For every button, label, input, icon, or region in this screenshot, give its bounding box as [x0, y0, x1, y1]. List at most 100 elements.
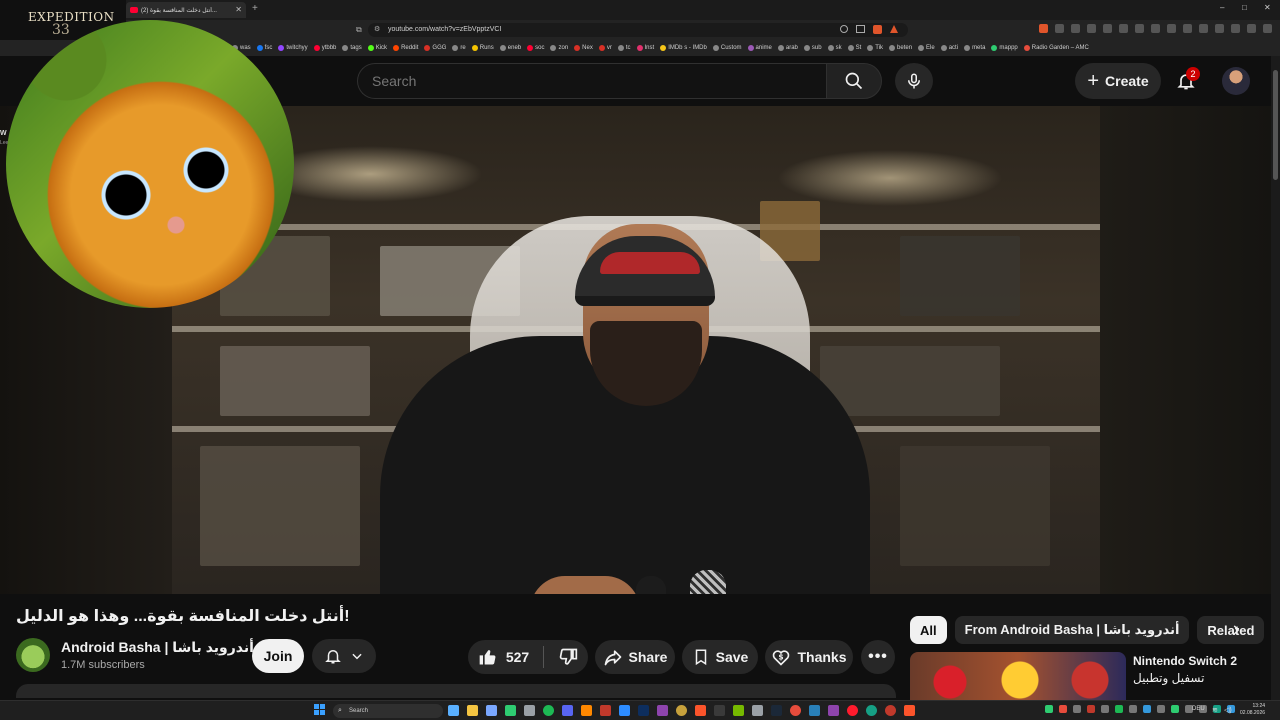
app-icon[interactable] — [486, 705, 497, 716]
tray-icon[interactable] — [1115, 705, 1123, 713]
app-icon[interactable] — [828, 705, 839, 716]
chips-next-button[interactable] — [1226, 620, 1246, 640]
app-icon[interactable] — [619, 705, 630, 716]
tray-icon[interactable] — [1045, 705, 1053, 713]
keyboard-language[interactable]: DEU — [1192, 706, 1205, 712]
new-tab-button[interactable]: + — [252, 3, 258, 14]
thanks-button[interactable]: $ Thanks — [765, 640, 853, 674]
brave-icon[interactable] — [904, 705, 915, 716]
channel-name[interactable]: Android Basha | أندرويد باشا✓ — [61, 639, 268, 656]
account-avatar[interactable] — [1222, 67, 1250, 95]
brave-shield-icon[interactable] — [873, 25, 882, 34]
like-button[interactable]: 527 — [478, 647, 529, 667]
extension-icon[interactable] — [1151, 24, 1160, 33]
search-button[interactable] — [826, 63, 882, 99]
app-icon[interactable] — [714, 705, 725, 716]
app-icon[interactable] — [885, 705, 896, 716]
extension-icon[interactable] — [1199, 24, 1208, 33]
folder-icon[interactable] — [467, 705, 478, 716]
volume-icon[interactable]: ◁) — [1224, 706, 1232, 714]
app-icon[interactable] — [676, 705, 687, 716]
extension-icon[interactable] — [1055, 24, 1064, 33]
scrollbar-thumb[interactable] — [1273, 70, 1278, 180]
discord-icon[interactable] — [562, 705, 573, 716]
bookmark-item[interactable]: eneb — [499, 45, 521, 51]
bookmark-item[interactable]: twitchyy — [278, 45, 308, 51]
system-clock[interactable]: 13:24 02.08.2026 — [1240, 703, 1265, 717]
app-icon[interactable] — [600, 705, 611, 716]
taskbar-search[interactable]: ⌕ Search — [333, 704, 443, 718]
create-button[interactable]: + Create — [1075, 63, 1161, 99]
extension-icon[interactable] — [1231, 24, 1240, 33]
app-icon[interactable] — [448, 705, 459, 716]
bookmark-item[interactable]: arab — [777, 45, 798, 51]
dislike-button[interactable] — [558, 647, 578, 667]
share-button[interactable]: Share — [595, 640, 675, 674]
bookmark-item[interactable]: Runs — [471, 45, 494, 51]
picture-in-picture-cat-overlay[interactable] — [6, 20, 294, 308]
bookmark-item[interactable]: mappp — [991, 45, 1018, 51]
bookmark-item[interactable]: beten — [889, 45, 912, 51]
bookmark-item[interactable]: soc — [527, 45, 544, 51]
extension-icon[interactable] — [1247, 24, 1256, 33]
bookmark-item[interactable]: GGG — [424, 45, 446, 51]
app-icon[interactable] — [524, 705, 535, 716]
bookmark-item[interactable]: fsc — [256, 45, 272, 51]
bookmark-item[interactable]: acti — [940, 45, 958, 51]
zoom-icon[interactable] — [840, 25, 848, 33]
close-tab-icon[interactable]: ✕ — [235, 5, 242, 14]
bookmark-item[interactable]: re — [452, 45, 466, 51]
extension-icon[interactable] — [1167, 24, 1176, 33]
bookmark-item[interactable]: ytbbb — [313, 45, 336, 51]
extension-icon[interactable] — [1119, 24, 1128, 33]
bookmark-item[interactable]: Tik — [867, 45, 883, 51]
bookmark-icon[interactable]: ⧉ — [356, 25, 362, 35]
browser-tab-active[interactable]: (2) أنتل دخلت المنافسة بقوة... ✕ — [126, 2, 246, 18]
steam-icon[interactable] — [771, 705, 782, 716]
photoshop-icon[interactable] — [638, 705, 649, 716]
bookmark-item[interactable]: Radio Garden – AMC — [1023, 45, 1089, 51]
app-icon[interactable] — [733, 705, 744, 716]
bookmark-item[interactable]: meta — [964, 45, 985, 51]
notifications-button[interactable]: 2 — [1170, 64, 1202, 98]
app-icon[interactable] — [790, 705, 801, 716]
recommended-video-title[interactable]: Nintendo Switch 2 — [1133, 654, 1237, 668]
bookmark-item[interactable]: Custom — [712, 45, 742, 51]
minimize-window-icon[interactable]: – — [1220, 3, 1224, 12]
tray-icon[interactable] — [1157, 705, 1165, 713]
search-input[interactable] — [372, 64, 812, 98]
extension-icon[interactable] — [1071, 24, 1080, 33]
extension-icon[interactable] — [1087, 24, 1096, 33]
bookmark-item[interactable]: Nex — [574, 45, 593, 51]
spotify-icon[interactable] — [543, 705, 554, 716]
bookmark-item[interactable]: Inst — [636, 45, 654, 51]
bookmark-item[interactable]: Kick — [367, 45, 387, 51]
app-icon[interactable] — [752, 705, 763, 716]
rewards-icon[interactable] — [890, 25, 898, 33]
brave-icon[interactable] — [695, 705, 706, 716]
bookmark-item[interactable]: anime — [747, 45, 772, 51]
voice-search-button[interactable] — [895, 63, 933, 99]
vlc-icon[interactable] — [581, 705, 592, 716]
bookmark-item[interactable]: St — [847, 45, 861, 51]
app-icon[interactable] — [505, 705, 516, 716]
tray-icon[interactable] — [1143, 705, 1151, 713]
extension-icon[interactable] — [1215, 24, 1224, 33]
description-box[interactable] — [16, 684, 896, 698]
wifi-icon[interactable]: ≋ — [1212, 706, 1218, 714]
url-field[interactable]: ⚙ youtube.com/watch?v=zEbVpptzVCI — [368, 23, 908, 37]
tray-icon[interactable] — [1129, 705, 1137, 713]
save-button[interactable]: Save — [682, 640, 758, 674]
more-actions-button[interactable]: ••• — [861, 640, 895, 674]
join-button[interactable]: Join — [252, 639, 304, 673]
chip-from-channel[interactable]: From Android Basha | أندرويد باشا — [954, 616, 1190, 644]
bookmark-item[interactable]: sub — [803, 45, 822, 51]
extension-icon[interactable] — [1263, 24, 1272, 33]
app-icon[interactable] — [809, 705, 820, 716]
bookmark-item[interactable]: tc — [617, 45, 631, 51]
bookmark-item[interactable]: zon — [550, 45, 568, 51]
bookmark-item[interactable]: IMDb s - IMDb — [660, 45, 707, 51]
extension-icon[interactable] — [1039, 24, 1048, 33]
windows-start-icon[interactable] — [314, 704, 326, 716]
bookmark-item[interactable]: Reddit — [393, 45, 418, 51]
